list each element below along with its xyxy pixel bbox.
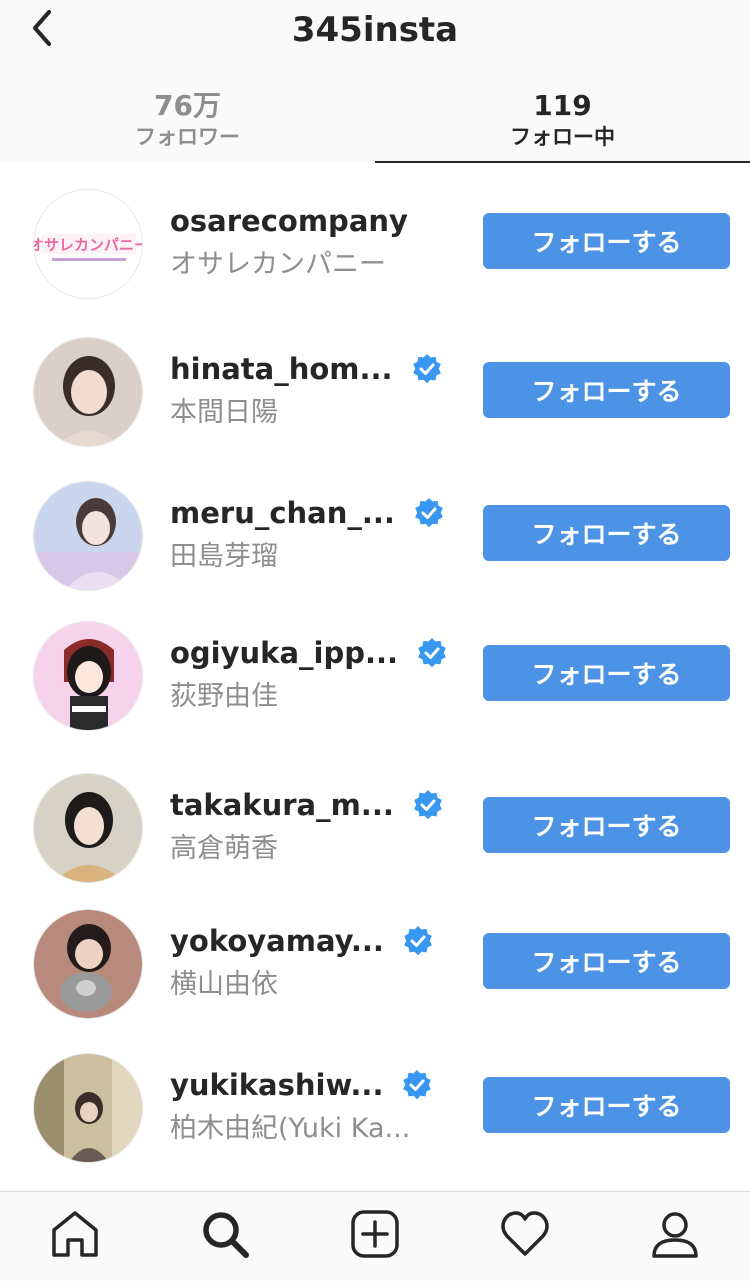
avatar[interactable] xyxy=(33,773,143,883)
username[interactable]: yukikashiw... xyxy=(170,1068,383,1102)
full-name: 田島芽瑠 xyxy=(170,541,278,572)
full-name: 柏木由紀(Yuki Ka... xyxy=(170,1113,411,1144)
profile-photo-icon xyxy=(34,774,142,882)
page-title: 345insta xyxy=(291,10,459,50)
full-name: 本間日陽 xyxy=(170,397,278,428)
full-name: 荻野由佳 xyxy=(170,681,278,712)
osare-logo-icon: オサレカンパニー xyxy=(34,190,143,298)
profile-icon xyxy=(652,1212,698,1258)
profile-photo-icon xyxy=(34,1054,142,1162)
verified-badge-icon xyxy=(403,1070,432,1100)
follow-button[interactable]: フォローする xyxy=(483,797,730,853)
nav-activity[interactable] xyxy=(497,1206,553,1262)
tab-followers[interactable]: 76万 フォロワー xyxy=(0,80,375,163)
list-item[interactable]: meru_chan_... 田島芽瑠 フォローする xyxy=(0,481,750,593)
follow-button[interactable]: フォローする xyxy=(483,362,730,418)
username[interactable]: yokoyamay... xyxy=(170,924,384,958)
heart-icon xyxy=(501,1211,549,1256)
username[interactable]: osarecompany xyxy=(170,204,408,238)
following-count: 119 xyxy=(533,89,592,122)
avatar[interactable] xyxy=(33,337,143,447)
username[interactable]: meru_chan_... xyxy=(170,496,395,530)
avatar[interactable] xyxy=(33,1053,143,1163)
avatar-logo-text: オサレカンパニー xyxy=(34,236,143,254)
username[interactable]: hinata_hom... xyxy=(170,352,393,386)
avatar[interactable]: オサレカンパニー xyxy=(33,189,143,299)
list-item[interactable]: hinata_hom... 本間日陽 フォローする xyxy=(0,337,750,449)
bottom-nav xyxy=(0,1191,750,1281)
follow-button[interactable]: フォローする xyxy=(483,505,730,561)
header: 345insta 76万 フォロワー 119 フォロー中 xyxy=(0,0,750,163)
nav-home[interactable] xyxy=(47,1206,103,1262)
list-item[interactable]: yokoyamay... 横山由依 フォローする xyxy=(0,909,750,1021)
verified-badge-icon xyxy=(404,926,432,956)
following-label: フォロー中 xyxy=(510,125,615,149)
tab-following[interactable]: 119 フォロー中 xyxy=(375,80,750,163)
profile-photo-icon xyxy=(34,338,142,446)
list-item[interactable]: ogiyuka_ipp... 荻野由佳 フォローする xyxy=(0,621,750,733)
follow-button[interactable]: フォローする xyxy=(483,1077,730,1133)
illustration-avatar-icon xyxy=(34,622,142,730)
full-name: 横山由依 xyxy=(170,969,278,1000)
followers-count: 76万 xyxy=(154,89,221,122)
verified-badge-icon xyxy=(415,498,443,528)
list-item[interactable]: yukikashiw... 柏木由紀(Yuki Ka... フォローする xyxy=(0,1053,750,1165)
nav-new-post[interactable] xyxy=(347,1206,403,1262)
verified-badge-icon xyxy=(418,638,446,668)
verified-badge-icon xyxy=(412,354,441,384)
avatar[interactable] xyxy=(33,481,143,591)
add-post-icon xyxy=(351,1210,399,1258)
verified-badge-icon xyxy=(414,790,442,820)
username[interactable]: takakura_m... xyxy=(170,788,394,822)
follow-tabs: 76万 フォロワー 119 フォロー中 xyxy=(0,80,750,163)
list-item[interactable]: オサレカンパニー osarecompany オサレカンパニー フォローする xyxy=(0,189,750,301)
follow-button[interactable]: フォローする xyxy=(483,645,730,701)
home-icon xyxy=(52,1211,98,1257)
username[interactable]: ogiyuka_ipp... xyxy=(170,636,398,670)
profile-photo-icon xyxy=(34,482,142,590)
follow-button[interactable]: フォローする xyxy=(483,933,730,989)
full-name: オサレカンパニー xyxy=(170,249,386,280)
avatar[interactable] xyxy=(33,621,143,731)
avatar[interactable] xyxy=(33,909,143,1019)
nav-search[interactable] xyxy=(197,1206,253,1262)
list-item[interactable]: takakura_m... 高倉萌香 フォローする xyxy=(0,773,750,885)
full-name: 高倉萌香 xyxy=(170,833,278,864)
search-icon xyxy=(203,1212,249,1258)
profile-photo-icon xyxy=(34,910,142,1018)
nav-profile[interactable] xyxy=(647,1206,703,1262)
account-texts: osarecompany オサレカンパニー xyxy=(170,201,460,283)
followers-label: フォロワー xyxy=(135,125,240,149)
follow-button[interactable]: フォローする xyxy=(483,213,730,269)
